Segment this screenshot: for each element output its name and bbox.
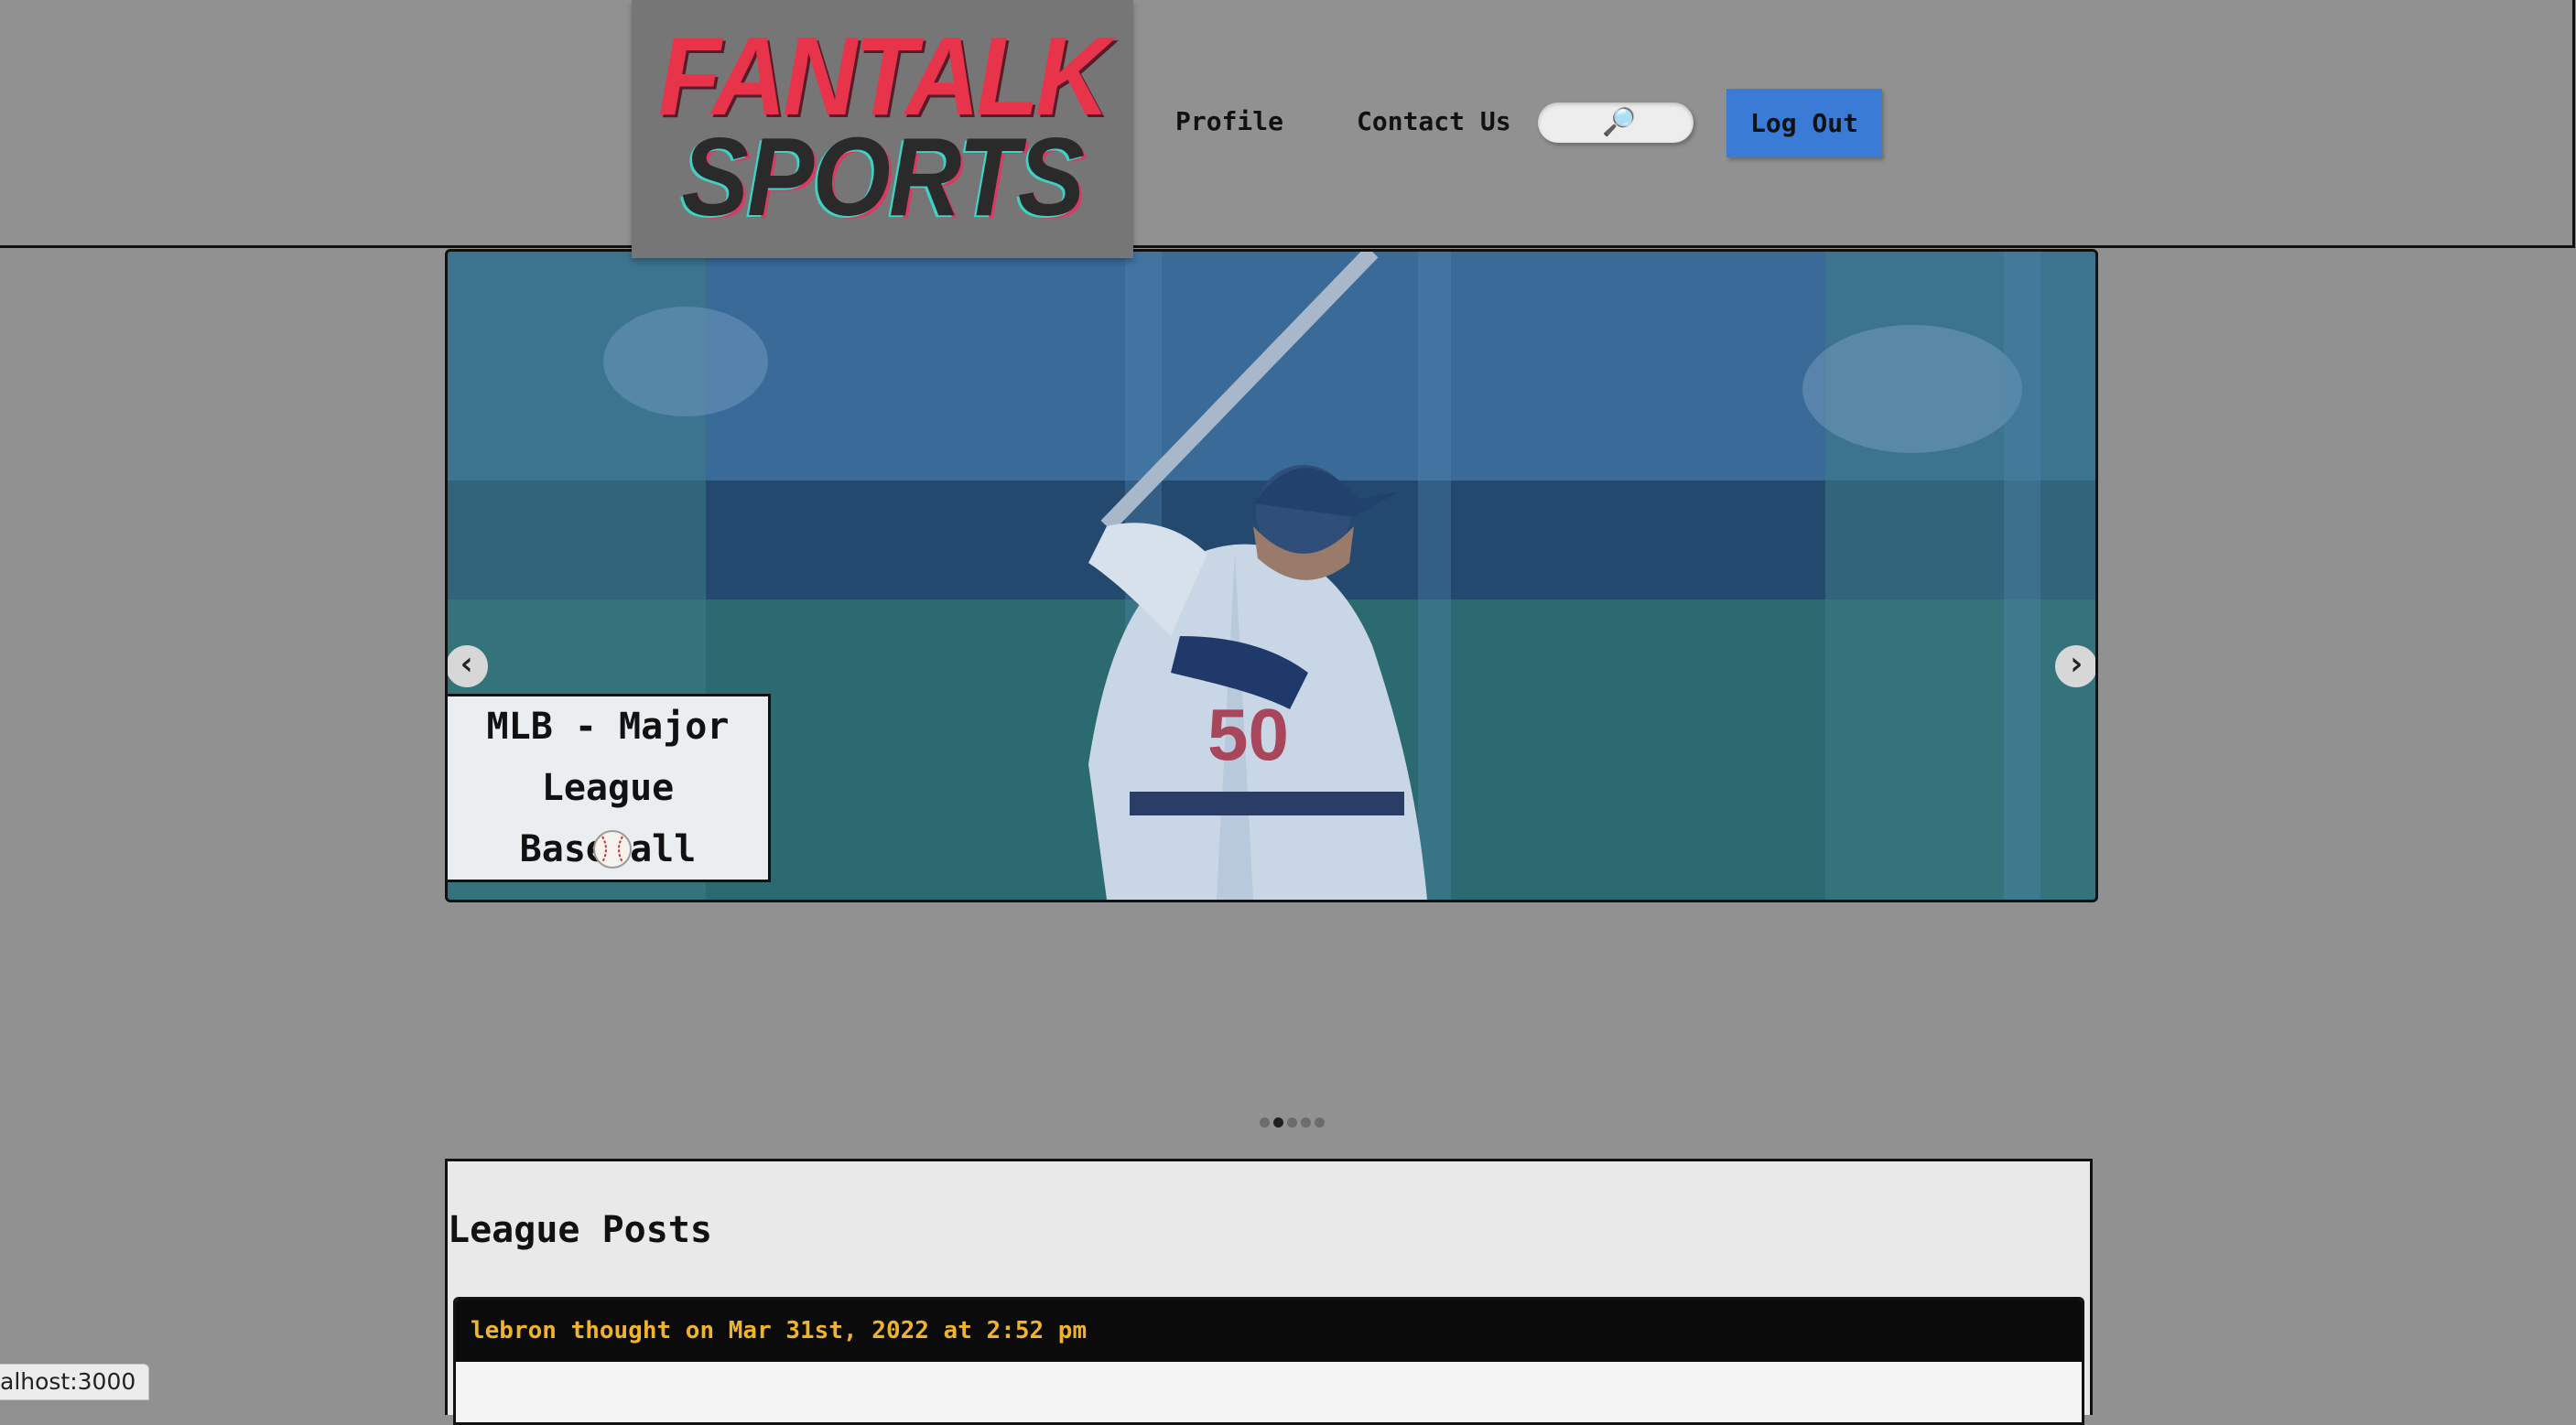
site-logo[interactable]: FANTALK SPORTS [632, 0, 1133, 258]
status-bar-url: alhost:3000 [0, 1364, 150, 1400]
svg-text:50: 50 [1207, 694, 1289, 775]
search-input[interactable]: 🔎 [1538, 103, 1694, 143]
baseball-icon [593, 830, 632, 869]
posts-heading: League Posts [448, 1209, 712, 1251]
carousel-dot[interactable] [1315, 1117, 1325, 1128]
carousel-prev-button[interactable]: ‹ [448, 645, 488, 687]
nav-contact-link[interactable]: Contact Us [1357, 106, 1511, 136]
site-header [0, 0, 2575, 248]
logout-button[interactable]: Log Out [1726, 89, 1882, 157]
league-posts-section: League Posts lebron thought on Mar 31st,… [445, 1159, 2093, 1425]
magnifier-icon: 🔎 [1602, 106, 1637, 138]
carousel-dot-active[interactable] [1273, 1117, 1283, 1128]
carousel-next-button[interactable]: › [2055, 645, 2095, 687]
logo-line-sports: SPORTS [681, 114, 1085, 239]
carousel-caption: MLB - Major League Baseball [445, 694, 771, 882]
carousel-dot[interactable] [1287, 1117, 1297, 1128]
nav-profile-link[interactable]: Profile [1175, 106, 1283, 136]
carousel-dot[interactable] [1301, 1117, 1311, 1128]
post-card[interactable]: lebron thought on Mar 31st, 2022 at 2:52… [453, 1297, 2084, 1425]
post-header: lebron thought on Mar 31st, 2022 at 2:52… [456, 1300, 2082, 1362]
carousel-dot[interactable] [1260, 1117, 1270, 1128]
